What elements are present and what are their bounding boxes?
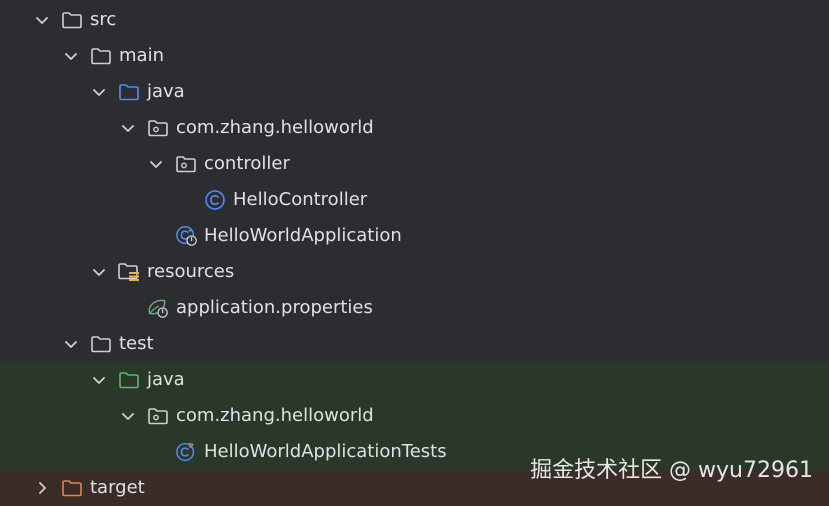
tree-node-label: java — [147, 369, 185, 390]
tree-node-label: HelloController — [233, 189, 368, 210]
chevron-right-icon[interactable] — [34, 480, 50, 496]
tree-node-label: HelloWorldApplication — [204, 225, 402, 246]
tree-node-label: java — [147, 81, 185, 102]
tree-node-application-properties[interactable]: application.properties — [0, 290, 829, 326]
tree-node-java-test[interactable]: java — [0, 362, 829, 398]
folder-icon — [89, 44, 113, 68]
folder-icon — [60, 476, 84, 500]
chevron-down-icon[interactable] — [63, 48, 79, 64]
tree-node-label: target — [90, 477, 145, 498]
chevron-down-icon[interactable] — [34, 12, 50, 28]
folder-icon — [89, 332, 113, 356]
class-icon — [203, 188, 227, 212]
spring-boot-app-icon — [175, 224, 199, 248]
chevron-down-icon[interactable] — [91, 264, 107, 280]
tree-node-java-main[interactable]: java — [0, 74, 829, 110]
watermark: 掘金技术社区 @ wyu72961 — [530, 458, 813, 483]
tree-node-label: HelloWorldApplicationTests — [204, 441, 447, 462]
tree-node-label: main — [119, 45, 164, 66]
tree-node-main[interactable]: main — [0, 38, 829, 74]
tree-node-label: com.zhang.helloworld — [176, 117, 374, 138]
tree-node-src[interactable]: src — [0, 2, 829, 38]
tree-node-package[interactable]: com.zhang.helloworld — [0, 110, 829, 146]
tree-node-label: src — [90, 9, 117, 30]
tree-node-package-test[interactable]: com.zhang.helloworld — [0, 398, 829, 434]
tree-node-controller[interactable]: controller — [0, 146, 829, 182]
tree-node-label: application.properties — [176, 297, 373, 318]
chevron-down-icon[interactable] — [91, 84, 107, 100]
project-tree: src main java com.zhang.helloworld contr… — [0, 2, 829, 506]
tree-node-label: resources — [147, 261, 235, 282]
chevron-down-icon[interactable] — [148, 156, 164, 172]
test-class-icon — [175, 440, 199, 464]
resources-folder-icon — [117, 260, 141, 284]
package-icon — [174, 152, 198, 176]
tree-node-hello-world-application[interactable]: HelloWorldApplication — [0, 218, 829, 254]
chevron-down-icon[interactable] — [120, 408, 136, 424]
package-icon — [146, 116, 170, 140]
properties-file-icon — [146, 296, 170, 320]
tree-node-label: test — [119, 333, 154, 354]
folder-icon — [60, 8, 84, 32]
tree-node-test[interactable]: test — [0, 326, 829, 362]
tree-node-label: controller — [204, 153, 290, 174]
chevron-down-icon[interactable] — [120, 120, 136, 136]
test-source-folder-icon — [117, 368, 141, 392]
chevron-down-icon[interactable] — [63, 336, 79, 352]
tree-node-label: com.zhang.helloworld — [176, 405, 374, 426]
source-folder-icon — [117, 80, 141, 104]
tree-node-hello-controller[interactable]: HelloController — [0, 182, 829, 218]
chevron-down-icon[interactable] — [91, 372, 107, 388]
tree-node-resources[interactable]: resources — [0, 254, 829, 290]
package-icon — [146, 404, 170, 428]
